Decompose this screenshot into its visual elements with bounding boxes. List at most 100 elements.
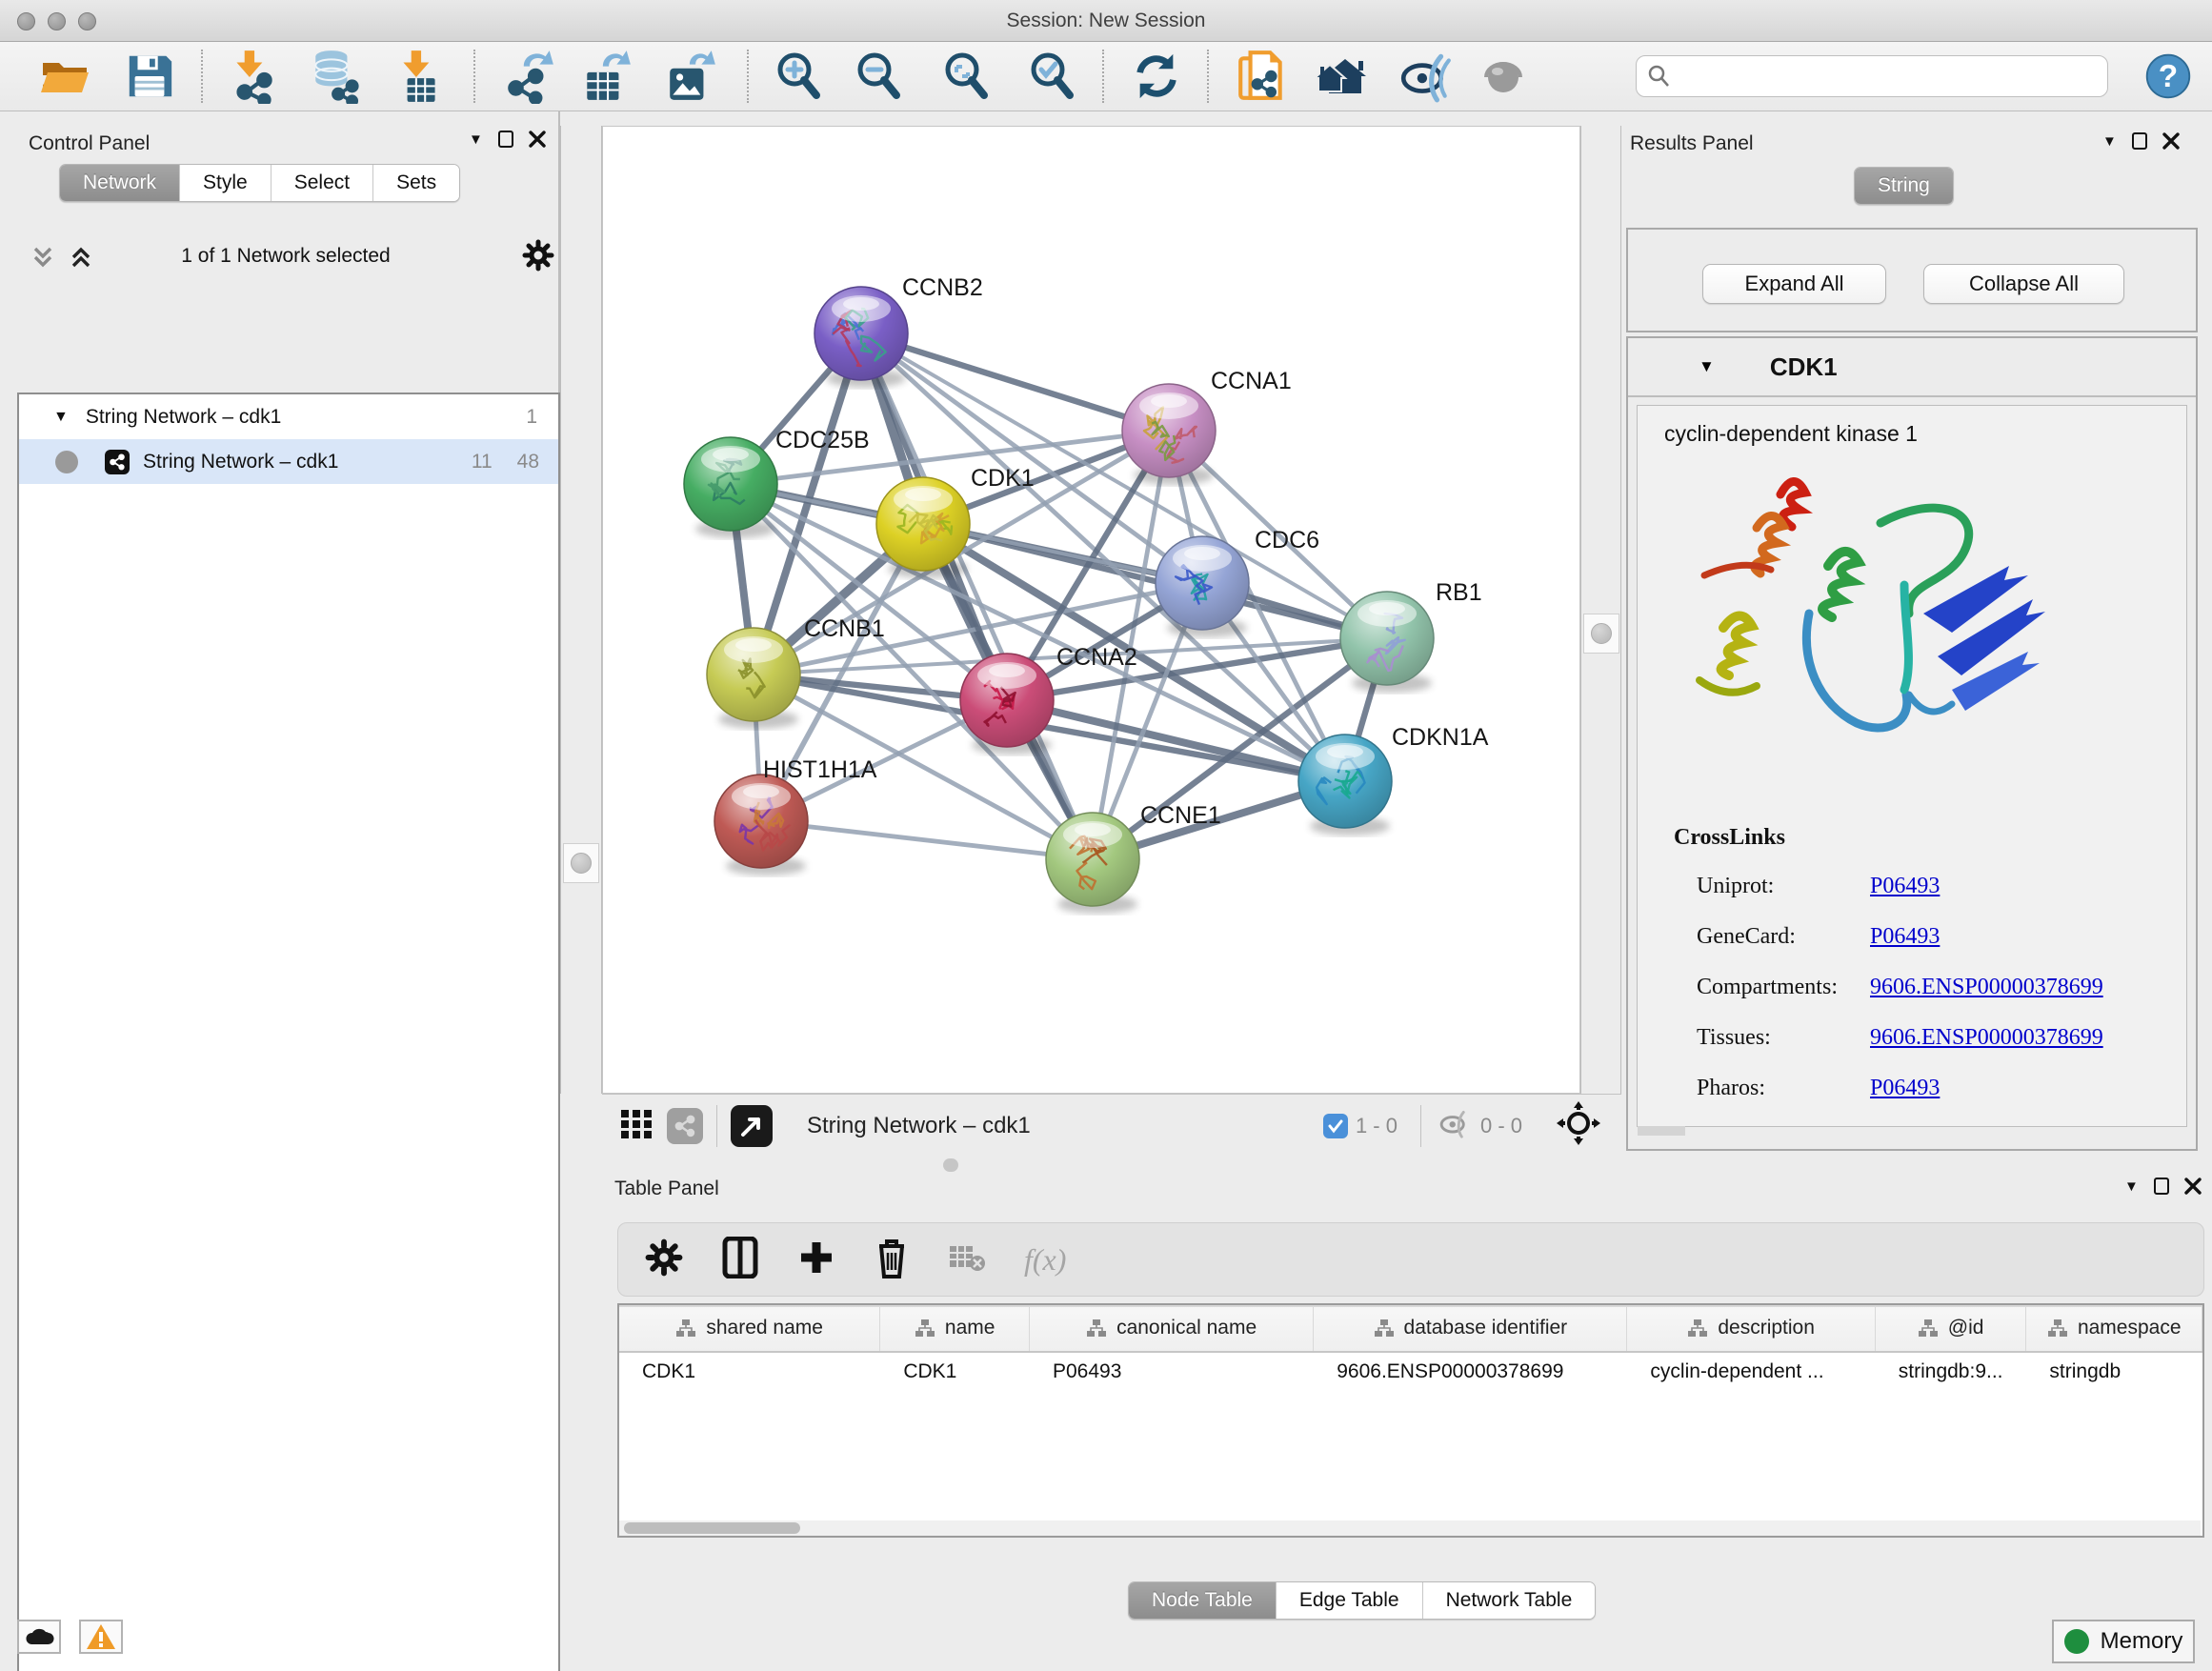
close-panel-icon[interactable] xyxy=(529,131,546,148)
table-cell[interactable]: cyclin-dependent ... xyxy=(1627,1360,1875,1383)
export-network-button[interactable] xyxy=(500,48,559,105)
search-field[interactable] xyxy=(1636,55,2108,97)
results-scrollbar-fragment[interactable] xyxy=(1638,1126,1685,1136)
table-hscrollbar-thumb[interactable] xyxy=(624,1522,800,1534)
collection-disclosure-icon[interactable]: ▼ xyxy=(53,409,69,426)
save-session-button[interactable] xyxy=(120,48,179,105)
collapse-results-icon[interactable]: ▼ xyxy=(2102,133,2117,150)
expand-all-button[interactable]: Expand All xyxy=(1702,264,1886,304)
open-session-button[interactable] xyxy=(35,48,94,105)
table-hscrollbar[interactable] xyxy=(619,1520,2201,1536)
import-table-button[interactable] xyxy=(390,48,449,105)
hide-eye-button[interactable] xyxy=(1396,48,1455,105)
tab-network-table[interactable]: Network Table xyxy=(1423,1582,1596,1619)
show-eye-button[interactable] xyxy=(1474,48,1533,105)
reposition-crosshair-icon[interactable] xyxy=(1557,1101,1600,1150)
column-header-database-identifier[interactable]: database identifier xyxy=(1314,1305,1627,1351)
node-CDKN1A[interactable]: CDKN1A xyxy=(1298,724,1489,836)
column-header-@id[interactable]: @id xyxy=(1876,1305,2027,1351)
node-HIST1H1A[interactable]: HIST1H1A xyxy=(714,756,877,876)
crosslink-link[interactable]: 9606.ENSP00000378699 xyxy=(1870,1025,2103,1050)
node-CCNE1[interactable]: CCNE1 xyxy=(1046,802,1221,914)
function-builder-icon[interactable]: f(x) xyxy=(1024,1242,1066,1278)
string-home-button[interactable] xyxy=(1316,48,1375,105)
left-splitter[interactable] xyxy=(560,126,602,1094)
column-header-namespace[interactable]: namespace xyxy=(2026,1305,2202,1351)
cloud-status-button[interactable] xyxy=(17,1620,61,1654)
show-columns-icon[interactable] xyxy=(721,1237,759,1283)
export-image-button[interactable] xyxy=(662,48,721,105)
import-network-database-button[interactable] xyxy=(306,48,365,105)
network-share-icon[interactable] xyxy=(667,1108,703,1144)
entry-header[interactable]: ▼ CDK1 xyxy=(1628,338,2196,397)
collapse-all-button[interactable]: Collapse All xyxy=(1923,264,2124,304)
crosslink-link[interactable]: P06493 xyxy=(1870,874,1940,898)
table-cell[interactable]: CDK1 xyxy=(619,1360,880,1383)
network-graph[interactable]: CCNB2CCNA1CDC25BCDK1CDC6RB1CCNB1CCNA2CDK… xyxy=(603,127,1579,1093)
node-RB1[interactable]: RB1 xyxy=(1340,579,1482,693)
warning-status-button[interactable] xyxy=(79,1620,123,1654)
network-collection-row[interactable]: ▼ String Network – cdk1 1 xyxy=(19,394,558,439)
table-row[interactable]: CDK1CDK1P064939606.ENSP00000378699cyclin… xyxy=(619,1353,2202,1391)
delete-table-icon[interactable] xyxy=(948,1242,986,1278)
edge-CCNB2-CCNA1[interactable] xyxy=(861,333,1169,431)
network-canvas[interactable]: CCNB2CCNA1CDC25BCDK1CDC6RB1CCNB1CCNA2CDK… xyxy=(602,126,1580,1094)
column-header-shared-name[interactable]: shared name xyxy=(619,1305,880,1351)
help-button[interactable]: ? xyxy=(2139,48,2198,105)
expand-all-tree-icon[interactable] xyxy=(67,243,95,276)
tab-style[interactable]: Style xyxy=(180,165,271,201)
options-gear-icon[interactable] xyxy=(522,239,554,276)
results-tab-string[interactable]: String xyxy=(1854,167,1954,205)
crosslink-link[interactable]: P06493 xyxy=(1870,1076,1940,1100)
zoom-in-button[interactable] xyxy=(769,48,828,105)
collapse-panel-icon[interactable]: ▼ xyxy=(469,131,483,148)
tab-node-table[interactable]: Node Table xyxy=(1129,1582,1277,1619)
tab-select[interactable]: Select xyxy=(271,165,373,201)
zoom-fit-button[interactable] xyxy=(936,48,995,105)
export-table-button[interactable] xyxy=(577,48,636,105)
table-cell[interactable]: CDK1 xyxy=(880,1360,1030,1383)
node-CDC6[interactable]: CDC6 xyxy=(1156,527,1319,637)
table-cell[interactable]: stringdb:9... xyxy=(1876,1360,2027,1383)
hidden-eye-icon[interactable] xyxy=(1435,1106,1473,1145)
right-splitter[interactable] xyxy=(1580,126,1621,1094)
edge-CCNE1-HIST1H1A[interactable] xyxy=(761,821,1093,859)
float-table-panel-icon[interactable] xyxy=(2154,1178,2169,1195)
column-header-canonical-name[interactable]: canonical name xyxy=(1030,1305,1314,1351)
close-table-panel-icon[interactable] xyxy=(2184,1178,2202,1195)
horizontal-splitter-handle[interactable] xyxy=(943,1158,958,1172)
table-cell[interactable]: stringdb xyxy=(2026,1360,2202,1383)
add-column-icon[interactable] xyxy=(797,1238,835,1281)
zoom-out-button[interactable] xyxy=(849,48,908,105)
crosslink-link[interactable]: P06493 xyxy=(1870,924,1940,949)
entry-disclosure-icon[interactable]: ▼ xyxy=(1699,357,1715,376)
crosslink-link[interactable]: 9606.ENSP00000378699 xyxy=(1870,975,2103,999)
import-network-file-button[interactable] xyxy=(223,48,282,105)
table-cell[interactable]: 9606.ENSP00000378699 xyxy=(1314,1360,1627,1383)
delete-column-icon[interactable] xyxy=(874,1237,910,1283)
search-input[interactable] xyxy=(1679,66,2098,88)
collapse-all-tree-icon[interactable] xyxy=(29,243,57,276)
edge-CCNB2-CCNE1[interactable] xyxy=(861,333,1093,859)
table-cell[interactable]: P06493 xyxy=(1030,1360,1314,1383)
float-panel-icon[interactable] xyxy=(498,131,513,148)
float-results-icon[interactable] xyxy=(2132,132,2147,150)
collapse-table-panel-icon[interactable]: ▼ xyxy=(2124,1178,2139,1195)
left-splitter-handle[interactable] xyxy=(563,843,599,883)
detach-view-icon[interactable] xyxy=(731,1105,773,1147)
network-row-selected[interactable]: String Network – cdk1 11 48 xyxy=(19,439,558,484)
memory-button[interactable]: Memory xyxy=(2052,1620,2195,1663)
clone-network-button[interactable] xyxy=(1233,48,1292,105)
zoom-selected-button[interactable] xyxy=(1022,48,1081,105)
column-header-description[interactable]: description xyxy=(1627,1305,1875,1351)
right-splitter-handle[interactable] xyxy=(1583,614,1619,654)
close-results-icon[interactable] xyxy=(2162,132,2180,150)
column-header-name[interactable]: name xyxy=(880,1305,1030,1351)
selected-checkbox[interactable] xyxy=(1323,1114,1348,1138)
tab-network[interactable]: Network xyxy=(60,165,180,201)
tab-edge-table[interactable]: Edge Table xyxy=(1277,1582,1423,1619)
table-settings-gear-icon[interactable] xyxy=(645,1238,683,1281)
grid-view-icon[interactable] xyxy=(619,1106,654,1145)
refresh-view-button[interactable] xyxy=(1127,48,1186,105)
tab-sets[interactable]: Sets xyxy=(373,165,459,201)
